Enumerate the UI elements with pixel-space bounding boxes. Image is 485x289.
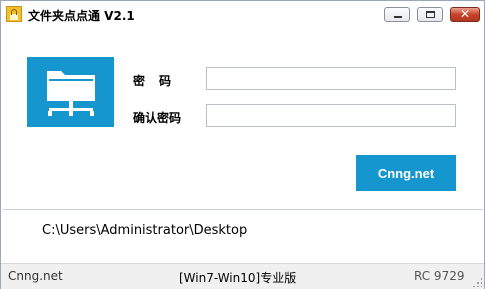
status-site-link[interactable]: Cnng.net [8, 269, 63, 283]
maximize-button[interactable] [417, 7, 443, 22]
minimize-button[interactable] [384, 7, 410, 22]
confirm-password-field[interactable] [206, 104, 456, 127]
window-title: 文件夹点点通 V2.1 [28, 9, 135, 23]
shared-folder-icon [47, 71, 95, 116]
app-window: 文件夹点点通 V2.1 ✕ 密码 确认密码 Cnng.net C:\Users\… [0, 0, 485, 289]
password-field[interactable] [206, 67, 456, 90]
status-edition: [Win7-Win10]专业版 [179, 271, 297, 285]
status-version: RC 9729 [414, 269, 465, 283]
confirm-password-label: 确认密码 [133, 111, 182, 125]
status-bar: Cnng.net [Win7-Win10]专业版 RC 9729 [1, 263, 484, 289]
shared-folder-logo [27, 57, 114, 127]
password-label: 密码 [133, 74, 186, 88]
maximize-icon [426, 11, 435, 18]
close-button[interactable]: ✕ [450, 7, 480, 22]
minimize-icon [394, 16, 402, 18]
divider [3, 209, 483, 210]
cnng-button[interactable]: Cnng.net [356, 155, 456, 191]
close-icon: ✕ [459, 7, 471, 21]
resize-grip[interactable] [472, 277, 482, 287]
title-bar[interactable]: 文件夹点点通 V2.1 ✕ [1, 1, 484, 27]
lock-icon [6, 6, 22, 22]
folder-path: C:\Users\Administrator\Desktop [42, 223, 248, 238]
